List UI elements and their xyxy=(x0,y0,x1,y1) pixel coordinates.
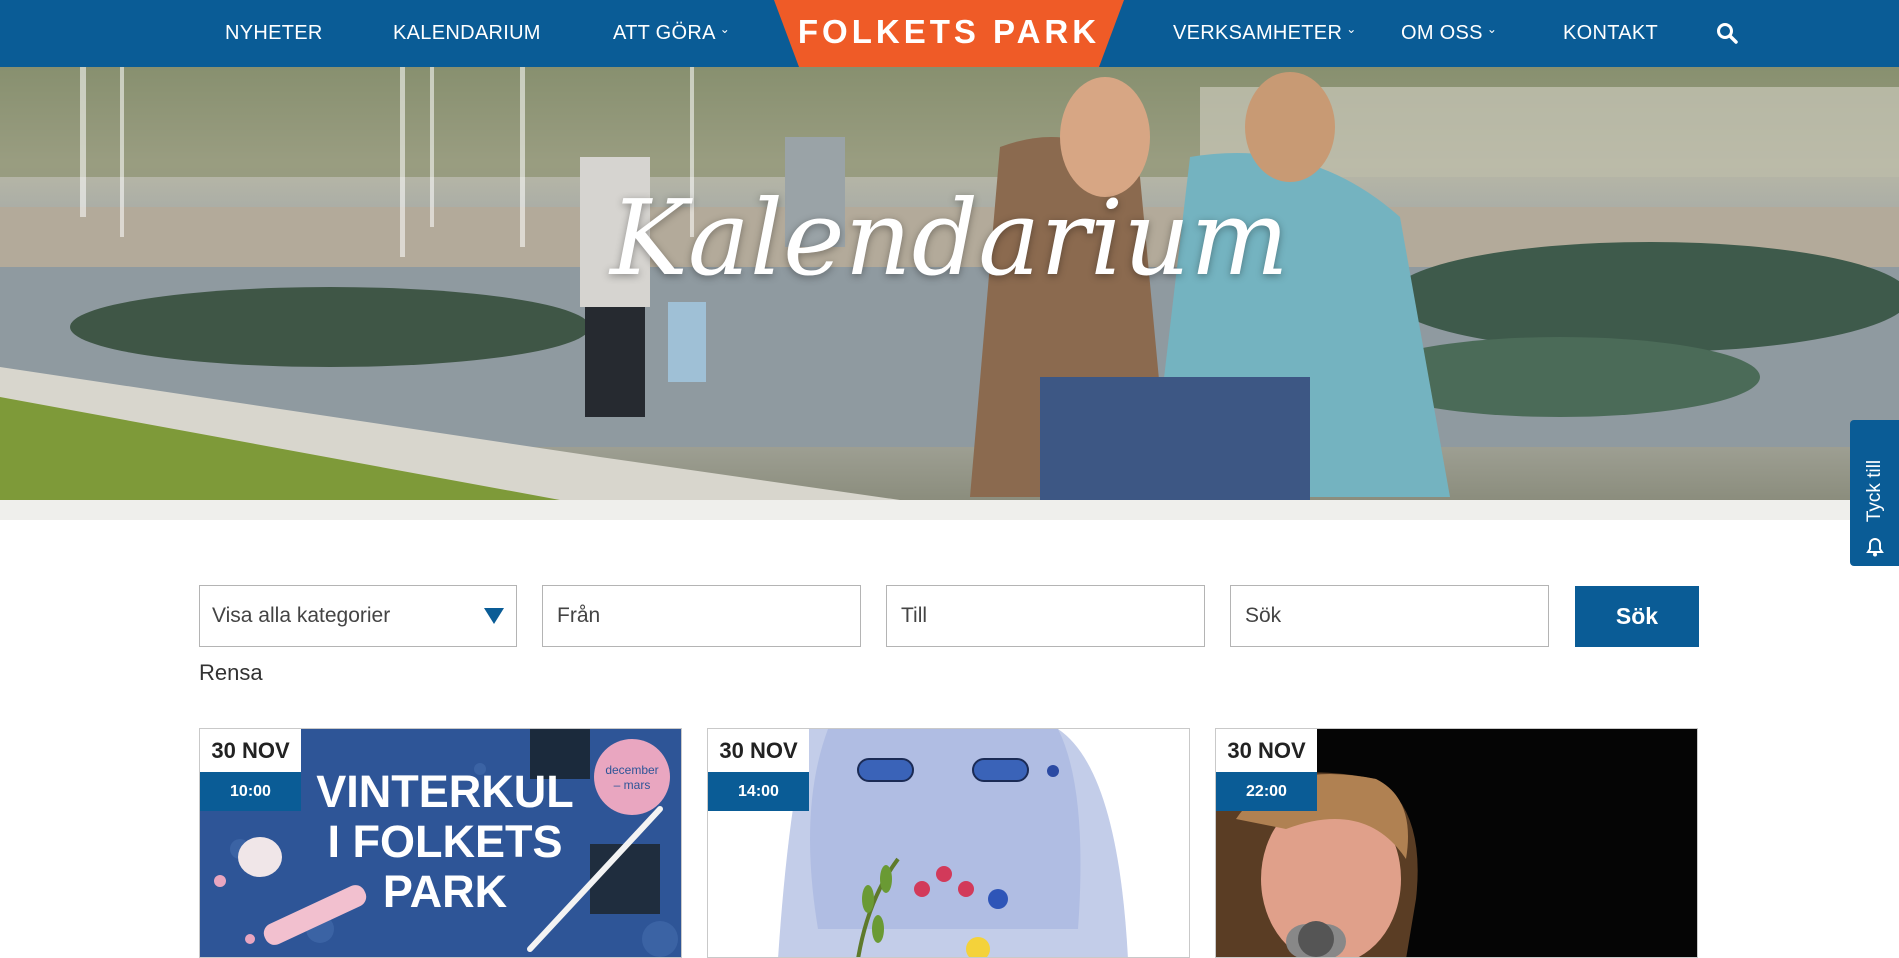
nav-item-label: ATT GÖRA xyxy=(613,22,716,44)
nav-item-att-gora[interactable]: ATT GÖRA ⌄ xyxy=(613,0,730,67)
nav-item-verksamheter[interactable]: VERKSAMHETER ⌄ xyxy=(1173,0,1357,67)
chevron-down-icon: ⌄ xyxy=(1346,22,1357,36)
top-navigation: NYHETER KALENDARIUM ATT GÖRA ⌄ FOLKETS PA… xyxy=(0,0,1899,67)
feedback-tab[interactable]: Tyck till xyxy=(1850,420,1899,566)
event-date: 30 NOV xyxy=(200,729,301,772)
to-date-field[interactable] xyxy=(886,585,1205,647)
nav-item-nyheter[interactable]: NYHETER xyxy=(225,0,323,67)
search-field[interactable] xyxy=(1230,585,1549,647)
chevron-down-icon: ⌄ xyxy=(719,22,731,36)
nav-item-label: NYHETER xyxy=(225,22,323,44)
site-logo[interactable]: FOLKETS PARK xyxy=(774,0,1124,67)
nav-item-kalendarium[interactable]: KALENDARIUM xyxy=(393,0,541,67)
nav-item-label: KONTAKT xyxy=(1563,22,1659,44)
chevron-down-icon: ⌄ xyxy=(1486,22,1498,36)
logo-text: FOLKETS PARK xyxy=(797,13,1101,50)
search-icon[interactable] xyxy=(1716,22,1738,44)
from-date-field[interactable] xyxy=(542,585,861,647)
nav-item-kontakt[interactable]: KONTAKT xyxy=(1563,0,1658,67)
to-date-input[interactable] xyxy=(887,586,1204,646)
poster-title-line: PARK xyxy=(382,866,508,917)
hero-divider xyxy=(0,500,1899,520)
dropdown-arrow-icon xyxy=(484,608,504,624)
clear-filters-link[interactable]: Rensa xyxy=(199,660,263,686)
search-button[interactable]: Sök xyxy=(1575,586,1699,647)
nav-item-label: OM OSS xyxy=(1401,22,1483,44)
event-card[interactable]: 30 NOV 14:00 xyxy=(707,728,1190,958)
poster-title: VINTERKUL I FOLKETS PARK xyxy=(280,767,610,917)
event-time: 10:00 xyxy=(200,772,301,811)
event-date: 30 NOV xyxy=(708,729,809,772)
category-select[interactable]: Visa alla kategorier xyxy=(199,585,517,647)
poster-badge-line: december xyxy=(605,763,659,777)
category-select-value: Visa alla kategorier xyxy=(212,604,391,627)
nav-item-label: KALENDARIUM xyxy=(393,22,541,44)
poster-date-badge: december – mars xyxy=(594,763,670,793)
search-input[interactable] xyxy=(1231,586,1548,646)
poster-title-line: I FOLKETS xyxy=(327,816,563,867)
hero-image: Kalendarium xyxy=(0,67,1899,500)
event-time: 22:00 xyxy=(1216,772,1317,811)
event-card[interactable]: 30 NOV 22:00 xyxy=(1215,728,1698,958)
from-date-input[interactable] xyxy=(543,586,860,646)
hero-title: Kalendarium xyxy=(610,177,1289,299)
nav-item-label: VERKSAMHETER xyxy=(1173,22,1343,44)
nav-item-om-oss[interactable]: OM OSS ⌄ xyxy=(1401,0,1497,67)
event-date: 30 NOV xyxy=(1216,729,1317,772)
poster-badge-line: – mars xyxy=(613,778,651,792)
event-time: 14:00 xyxy=(708,772,809,811)
poster-title-line: VINTERKUL xyxy=(316,766,574,817)
event-card[interactable]: VINTERKUL I FOLKETS PARK december – mars… xyxy=(199,728,682,958)
bell-icon xyxy=(1866,538,1884,557)
